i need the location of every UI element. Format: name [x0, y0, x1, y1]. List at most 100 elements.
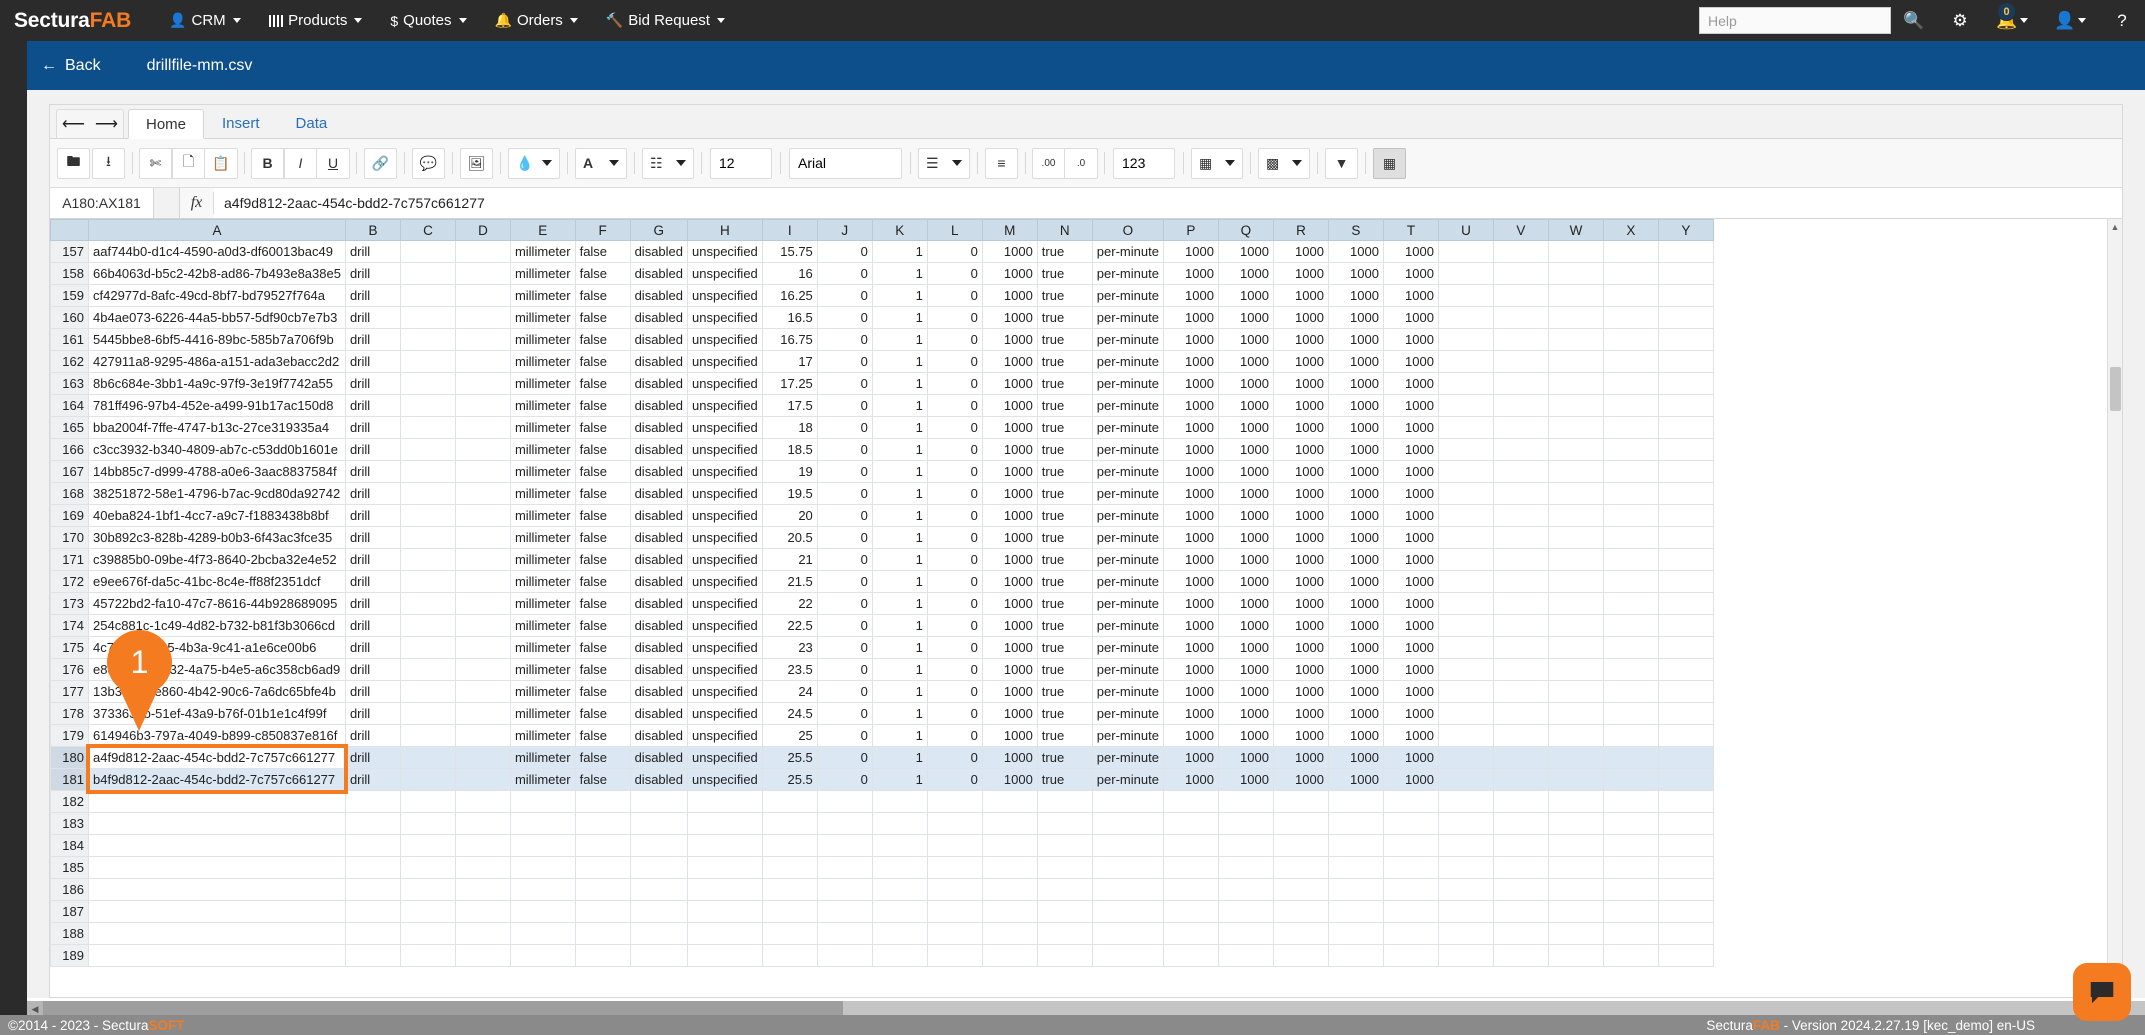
cell-U186[interactable] — [1438, 879, 1493, 901]
cell-W179[interactable] — [1548, 725, 1603, 747]
cell-C185[interactable] — [400, 857, 455, 879]
cell-N176[interactable]: true — [1037, 659, 1092, 681]
cell-A167[interactable]: 14bb85c7-d999-4788-a0e6-3aac8837584f — [89, 461, 346, 483]
cell-W182[interactable] — [1548, 791, 1603, 813]
cell-C167[interactable] — [400, 461, 455, 483]
cell-T184[interactable] — [1383, 835, 1438, 857]
cell-T166[interactable]: 1000 — [1383, 439, 1438, 461]
cell-A182[interactable] — [89, 791, 346, 813]
cell-K170[interactable]: 1 — [872, 527, 927, 549]
cell-C173[interactable] — [400, 593, 455, 615]
cell-Y171[interactable] — [1658, 549, 1713, 571]
cell-Q163[interactable]: 1000 — [1218, 373, 1273, 395]
cell-W173[interactable] — [1548, 593, 1603, 615]
cell-reference-box[interactable]: A180:AX181 — [50, 188, 154, 218]
toggle-gridlines-button[interactable]: ▦ — [1373, 148, 1406, 179]
cell-Y157[interactable] — [1658, 241, 1713, 263]
cell-C157[interactable] — [400, 241, 455, 263]
cell-D158[interactable] — [455, 263, 510, 285]
cell-I167[interactable]: 19 — [762, 461, 817, 483]
cell-W177[interactable] — [1548, 681, 1603, 703]
cell-B158[interactable]: drill — [345, 263, 400, 285]
cell-Q159[interactable]: 1000 — [1218, 285, 1273, 307]
cell-W180[interactable] — [1548, 747, 1603, 769]
cell-F186[interactable] — [575, 879, 630, 901]
cell-C161[interactable] — [400, 329, 455, 351]
cell-M184[interactable] — [982, 835, 1037, 857]
cell-C188[interactable] — [400, 923, 455, 945]
cell-M162[interactable]: 1000 — [982, 351, 1037, 373]
cell-D181[interactable] — [455, 769, 510, 791]
cell-B182[interactable] — [345, 791, 400, 813]
cell-V171[interactable] — [1493, 549, 1548, 571]
cell-J177[interactable]: 0 — [817, 681, 872, 703]
search-button[interactable]: 🔍 — [1891, 0, 1937, 41]
cell-S166[interactable]: 1000 — [1328, 439, 1383, 461]
select-all-corner[interactable] — [51, 220, 89, 241]
cell-R158[interactable]: 1000 — [1273, 263, 1328, 285]
cell-V174[interactable] — [1493, 615, 1548, 637]
cell-T164[interactable]: 1000 — [1383, 395, 1438, 417]
cell-E164[interactable]: millimeter — [510, 395, 575, 417]
table-row[interactable]: 180a4f9d812-2aac-454c-bdd2-7c757c661277d… — [51, 747, 1714, 769]
cell-T162[interactable]: 1000 — [1383, 351, 1438, 373]
cell-I183[interactable] — [762, 813, 817, 835]
cell-I184[interactable] — [762, 835, 817, 857]
cell-R161[interactable]: 1000 — [1273, 329, 1328, 351]
cell-J175[interactable]: 0 — [817, 637, 872, 659]
cell-B177[interactable]: drill — [345, 681, 400, 703]
cell-D168[interactable] — [455, 483, 510, 505]
cell-P163[interactable]: 1000 — [1163, 373, 1218, 395]
cell-X169[interactable] — [1603, 505, 1658, 527]
cell-E172[interactable]: millimeter — [510, 571, 575, 593]
cell-J189[interactable] — [817, 945, 872, 967]
column-header-W[interactable]: W — [1548, 220, 1603, 241]
cell-reference-dropdown[interactable] — [154, 188, 180, 218]
cell-I187[interactable] — [762, 901, 817, 923]
cell-O167[interactable]: per-minute — [1092, 461, 1163, 483]
cell-O185[interactable] — [1092, 857, 1163, 879]
column-header-S[interactable]: S — [1328, 220, 1383, 241]
cell-C177[interactable] — [400, 681, 455, 703]
cell-M186[interactable] — [982, 879, 1037, 901]
row-header-179[interactable]: 179 — [51, 725, 89, 747]
cell-E161[interactable]: millimeter — [510, 329, 575, 351]
cell-O172[interactable]: per-minute — [1092, 571, 1163, 593]
cell-J170[interactable]: 0 — [817, 527, 872, 549]
cell-K186[interactable] — [872, 879, 927, 901]
cell-G170[interactable]: disabled — [630, 527, 687, 549]
row-header-177[interactable]: 177 — [51, 681, 89, 703]
table-row[interactable]: 186 — [51, 879, 1714, 901]
cell-V173[interactable] — [1493, 593, 1548, 615]
cell-O170[interactable]: per-minute — [1092, 527, 1163, 549]
cell-Q174[interactable]: 1000 — [1218, 615, 1273, 637]
cell-Q165[interactable]: 1000 — [1218, 417, 1273, 439]
cell-O169[interactable]: per-minute — [1092, 505, 1163, 527]
cell-A164[interactable]: 781ff496-97b4-452e-a499-91b17ac150d8 — [89, 395, 346, 417]
cell-L158[interactable]: 0 — [927, 263, 982, 285]
formula-input[interactable] — [214, 188, 2122, 218]
cell-S189[interactable] — [1328, 945, 1383, 967]
cell-L167[interactable]: 0 — [927, 461, 982, 483]
cell-F160[interactable]: false — [575, 307, 630, 329]
table-row[interactable]: 1638b6c684e-3bb1-4a9c-97f9-3e19f7742a55d… — [51, 373, 1714, 395]
cell-L177[interactable]: 0 — [927, 681, 982, 703]
cell-Y175[interactable] — [1658, 637, 1713, 659]
cell-P185[interactable] — [1163, 857, 1218, 879]
cell-T170[interactable]: 1000 — [1383, 527, 1438, 549]
cell-R162[interactable]: 1000 — [1273, 351, 1328, 373]
cell-A169[interactable]: 40eba824-1bf1-4cc7-a9c7-f1883438b8bf — [89, 505, 346, 527]
cell-X189[interactable] — [1603, 945, 1658, 967]
cell-I169[interactable]: 20 — [762, 505, 817, 527]
cell-K161[interactable]: 1 — [872, 329, 927, 351]
cell-D175[interactable] — [455, 637, 510, 659]
cell-I157[interactable]: 15.75 — [762, 241, 817, 263]
cell-J171[interactable]: 0 — [817, 549, 872, 571]
cell-O160[interactable]: per-minute — [1092, 307, 1163, 329]
cell-C160[interactable] — [400, 307, 455, 329]
increase-decimal-button[interactable]: .00 — [1032, 148, 1065, 179]
cell-D179[interactable] — [455, 725, 510, 747]
cell-I163[interactable]: 17.25 — [762, 373, 817, 395]
cell-Y182[interactable] — [1658, 791, 1713, 813]
cell-J182[interactable] — [817, 791, 872, 813]
